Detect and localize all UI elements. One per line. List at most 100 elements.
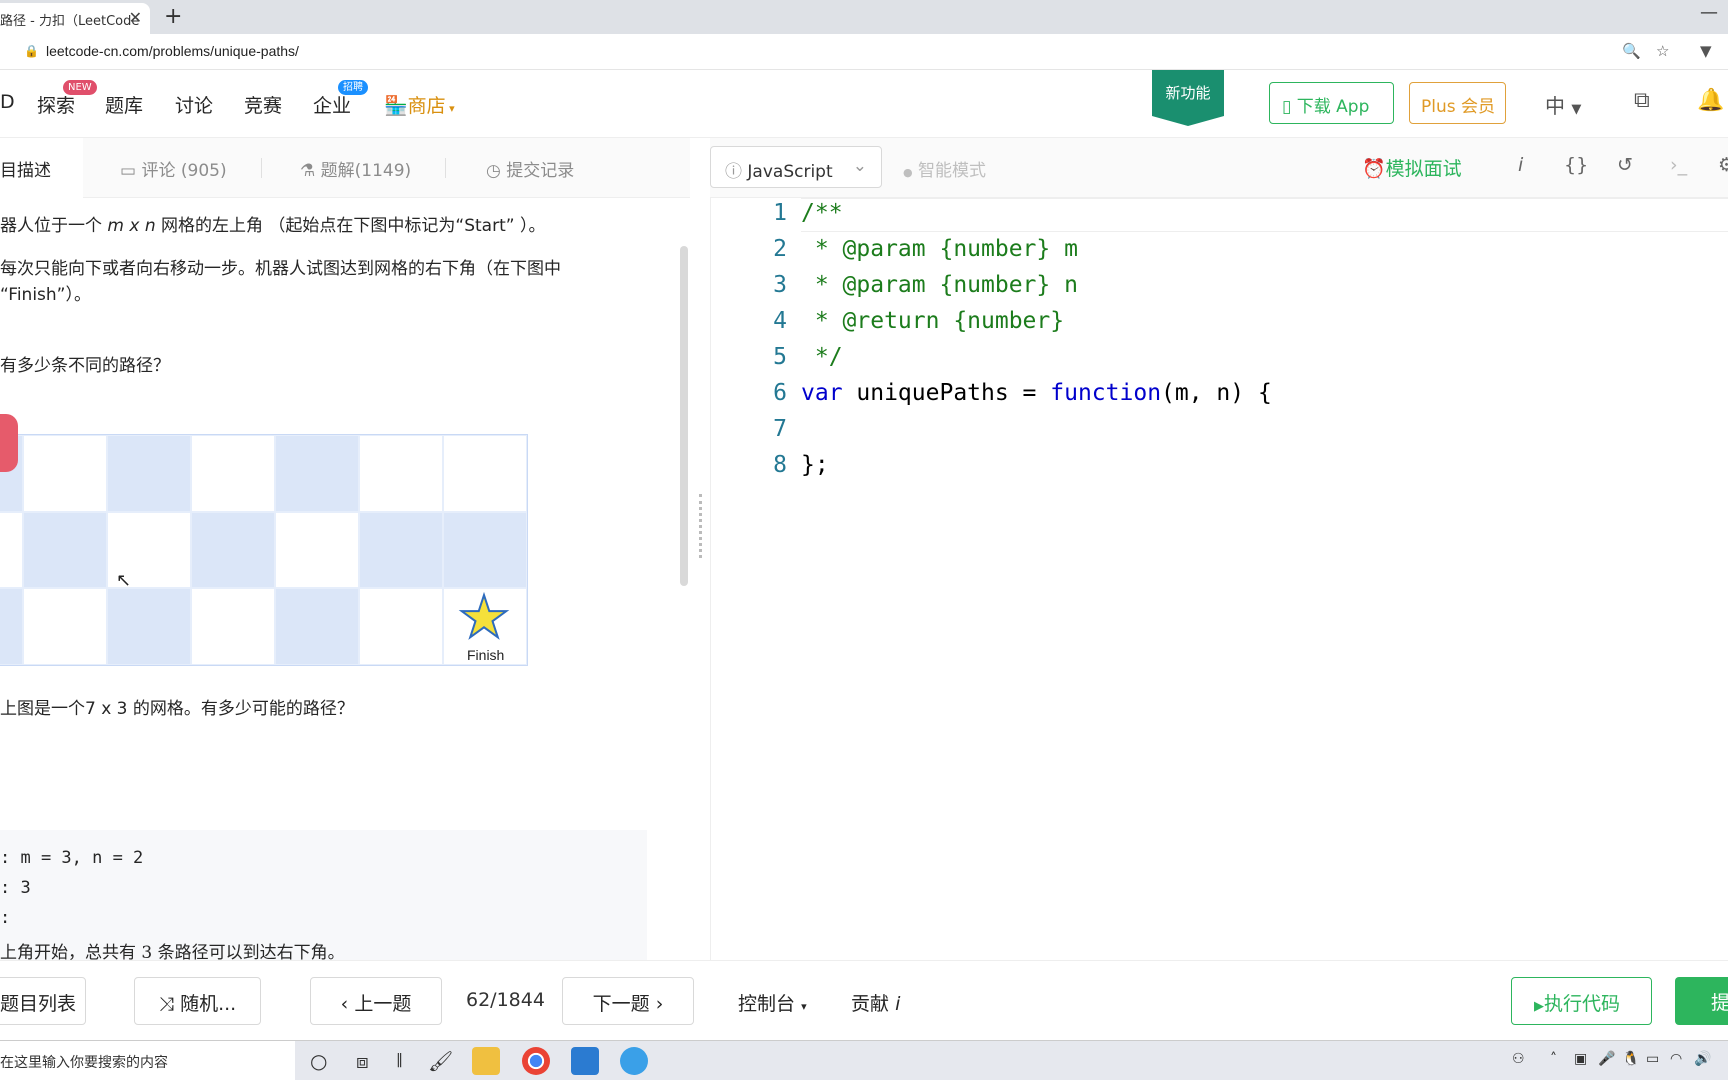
panel-resize-handle[interactable] [699, 494, 703, 558]
battery-icon[interactable]: ▭ [1646, 1051, 1659, 1067]
play-icon: ▶ [1534, 999, 1544, 1014]
mic-icon[interactable]: 🎤 [1598, 1051, 1615, 1067]
comment-icon: ▭ [120, 161, 137, 181]
new-badge: NEW [63, 80, 97, 95]
tab-solutions[interactable]: ⚗ 题解(1149) [300, 156, 411, 181]
wifi-icon[interactable]: ◠ [1670, 1051, 1682, 1067]
minimize-icon[interactable]: — [1700, 2, 1718, 23]
volume-icon[interactable]: 🔊 [1694, 1051, 1711, 1067]
taskbar-search-input[interactable]: 在这里输入你要搜索的内容 [0, 1041, 295, 1081]
tab-description[interactable]: 目描述 [0, 138, 83, 198]
line-number: 4 [773, 308, 787, 334]
mock-interview-label: 模拟面试 [1385, 158, 1462, 180]
clock-icon: ◷ [486, 161, 501, 181]
tab-submissions[interactable]: ◷ 提交记录 [486, 156, 574, 181]
settings-icon[interactable]: ⚙ [1718, 154, 1728, 176]
contribute-link[interactable]: 贡献 i [851, 989, 900, 1016]
nav-discuss[interactable]: 讨论 [175, 91, 213, 118]
line-number: 7 [773, 416, 787, 442]
info-icon[interactable]: i [1518, 154, 1523, 176]
random-label: 随机... [180, 993, 237, 1015]
tray-app-icon[interactable]: ▣ [1574, 1051, 1587, 1067]
line-number: 2 [773, 236, 787, 262]
tab-comments[interactable]: ▭ 评论 (905) [120, 156, 227, 181]
code-line: */ [801, 344, 843, 370]
tray-chevron-up-icon[interactable]: ˄ [1550, 1051, 1557, 1067]
new-feature-ribbon[interactable]: 新功能 [1152, 70, 1224, 126]
grid-illustration [0, 434, 528, 666]
nav-shop[interactable]: 🏪商店 ▾ [384, 91, 455, 118]
chevron-left-icon: ‹ [340, 993, 349, 1015]
download-app-button[interactable]: ▯ 下载 App [1269, 82, 1394, 124]
zoom-icon[interactable]: 🔍 [1622, 42, 1641, 60]
language-switcher[interactable]: 中 ▼ [1545, 90, 1581, 119]
language-select[interactable]: ⓘ JavaScript ⌄ [710, 146, 882, 188]
run-code-button[interactable]: ▶执行代码 [1511, 977, 1652, 1025]
extension-icon[interactable]: ▼ [1700, 42, 1712, 60]
people-icon[interactable]: ⚇ [1512, 1051, 1525, 1067]
close-tab-icon[interactable]: ✕ [129, 8, 142, 27]
submit-button[interactable]: 提 [1675, 977, 1728, 1025]
edge-icon[interactable] [620, 1047, 648, 1075]
paint-app-icon[interactable]: 🖌 [428, 1049, 453, 1073]
info-icon: i [895, 993, 901, 1015]
problem-text-line: 器人位于一个 m x n 网格的左上角 （起始点在下图中标记为“Start” ）… [0, 211, 545, 236]
tab-divider [445, 158, 446, 178]
line-number: 8 [773, 452, 787, 478]
new-tab-button[interactable]: + [164, 4, 182, 29]
console-toggle[interactable]: 控制台 ▾ [738, 989, 807, 1016]
shuffle-icon: ⤨ [158, 993, 175, 1015]
task-view-icon[interactable]: ⧈ [356, 1049, 369, 1073]
smart-mode-toggle[interactable]: ● 智能模式 [903, 156, 986, 181]
chevron-down-icon: ▾ [445, 102, 455, 115]
address-bar[interactable]: 🔒 leetcode-cn.com/problems/unique-paths/… [0, 34, 1728, 70]
nav-contest[interactable]: 竞赛 [244, 91, 282, 118]
line-number: 1 [773, 200, 787, 226]
mouse-cursor-icon: ↖ [116, 570, 132, 591]
file-explorer-icon[interactable] [472, 1047, 500, 1075]
example-line: : 3 [0, 878, 31, 898]
chrome-icon[interactable] [522, 1047, 550, 1075]
shop-label: 商店 [407, 95, 446, 117]
problem-text-line: “Finish”）。 [0, 285, 91, 305]
reset-icon[interactable]: ↺ [1617, 154, 1633, 176]
mock-interview-button[interactable]: ⏰模拟面试 [1362, 154, 1462, 181]
random-button[interactable]: ⤨ 随机... [134, 977, 261, 1025]
next-problem-button[interactable]: 下一题 › [562, 977, 694, 1025]
windows-taskbar: 在这里输入你要搜索的内容 ○ ⧈ ‖ 🖌 ⚇ ˄ ▣ 🎤 🐧 ▭ ◠ 🔊 [0, 1040, 1728, 1081]
text-segment: 网格的左上角 （起始点在下图中标记为“Start” ）。 [161, 216, 546, 236]
grid-caption: 上图是一个7 x 3 的网格。有多少可能的路径？ [0, 699, 354, 719]
lock-icon: 🔒 [24, 44, 39, 58]
example-line: : m = 3, n = 2 [0, 848, 144, 868]
language-label: 中 [1545, 94, 1565, 118]
line-number: 3 [773, 272, 787, 298]
nav-company[interactable]: 企业 [313, 91, 351, 118]
logo[interactable]: D [0, 91, 15, 113]
problem-counter: 62/1844 [466, 989, 545, 1011]
hiring-badge: 招聘 [338, 80, 368, 95]
tab-divider [261, 158, 262, 178]
notification-bell-icon[interactable]: 🔔 [1697, 88, 1724, 113]
problem-list-button[interactable]: 题目列表 [0, 977, 86, 1025]
cortana-icon[interactable]: ○ [310, 1049, 327, 1073]
url-text[interactable]: leetcode-cn.com/problems/unique-paths/ [46, 43, 299, 59]
browser-tab[interactable]: 路径 - 力扣（LeetCode ✕ [0, 3, 150, 34]
download-app-label: 下载 App [1296, 97, 1370, 117]
code-line: * @param {number} m [801, 236, 1078, 262]
prev-problem-button[interactable]: ‹ 上一题 [310, 977, 442, 1025]
vscode-icon[interactable] [571, 1047, 599, 1075]
terminal-icon[interactable]: ›_ [1670, 154, 1687, 176]
playground-icon[interactable]: ⧉ [1634, 88, 1650, 113]
nav-explore[interactable]: 探索 [37, 91, 75, 118]
text-segment: 器人位于一个 [0, 216, 102, 236]
site-navbar: D 探索 NEW 题库 讨论 竞赛 企业 招聘 🏪商店 ▾ 新功能 ▯ 下载 A… [0, 70, 1728, 138]
bookmark-star-icon[interactable]: ☆ [1656, 42, 1669, 60]
phone-icon: ▯ [1282, 97, 1292, 117]
description-scrollbar[interactable] [680, 246, 688, 586]
braces-format-icon[interactable]: {} [1564, 154, 1588, 176]
nav-problemset[interactable]: 题库 [105, 91, 143, 118]
code-editor[interactable]: 1 2 3 4 5 6 7 8 /** * @param {number} m … [710, 198, 1728, 960]
plus-member-button[interactable]: Plus 会员 [1409, 82, 1506, 124]
qq-icon[interactable]: 🐧 [1622, 1051, 1639, 1067]
